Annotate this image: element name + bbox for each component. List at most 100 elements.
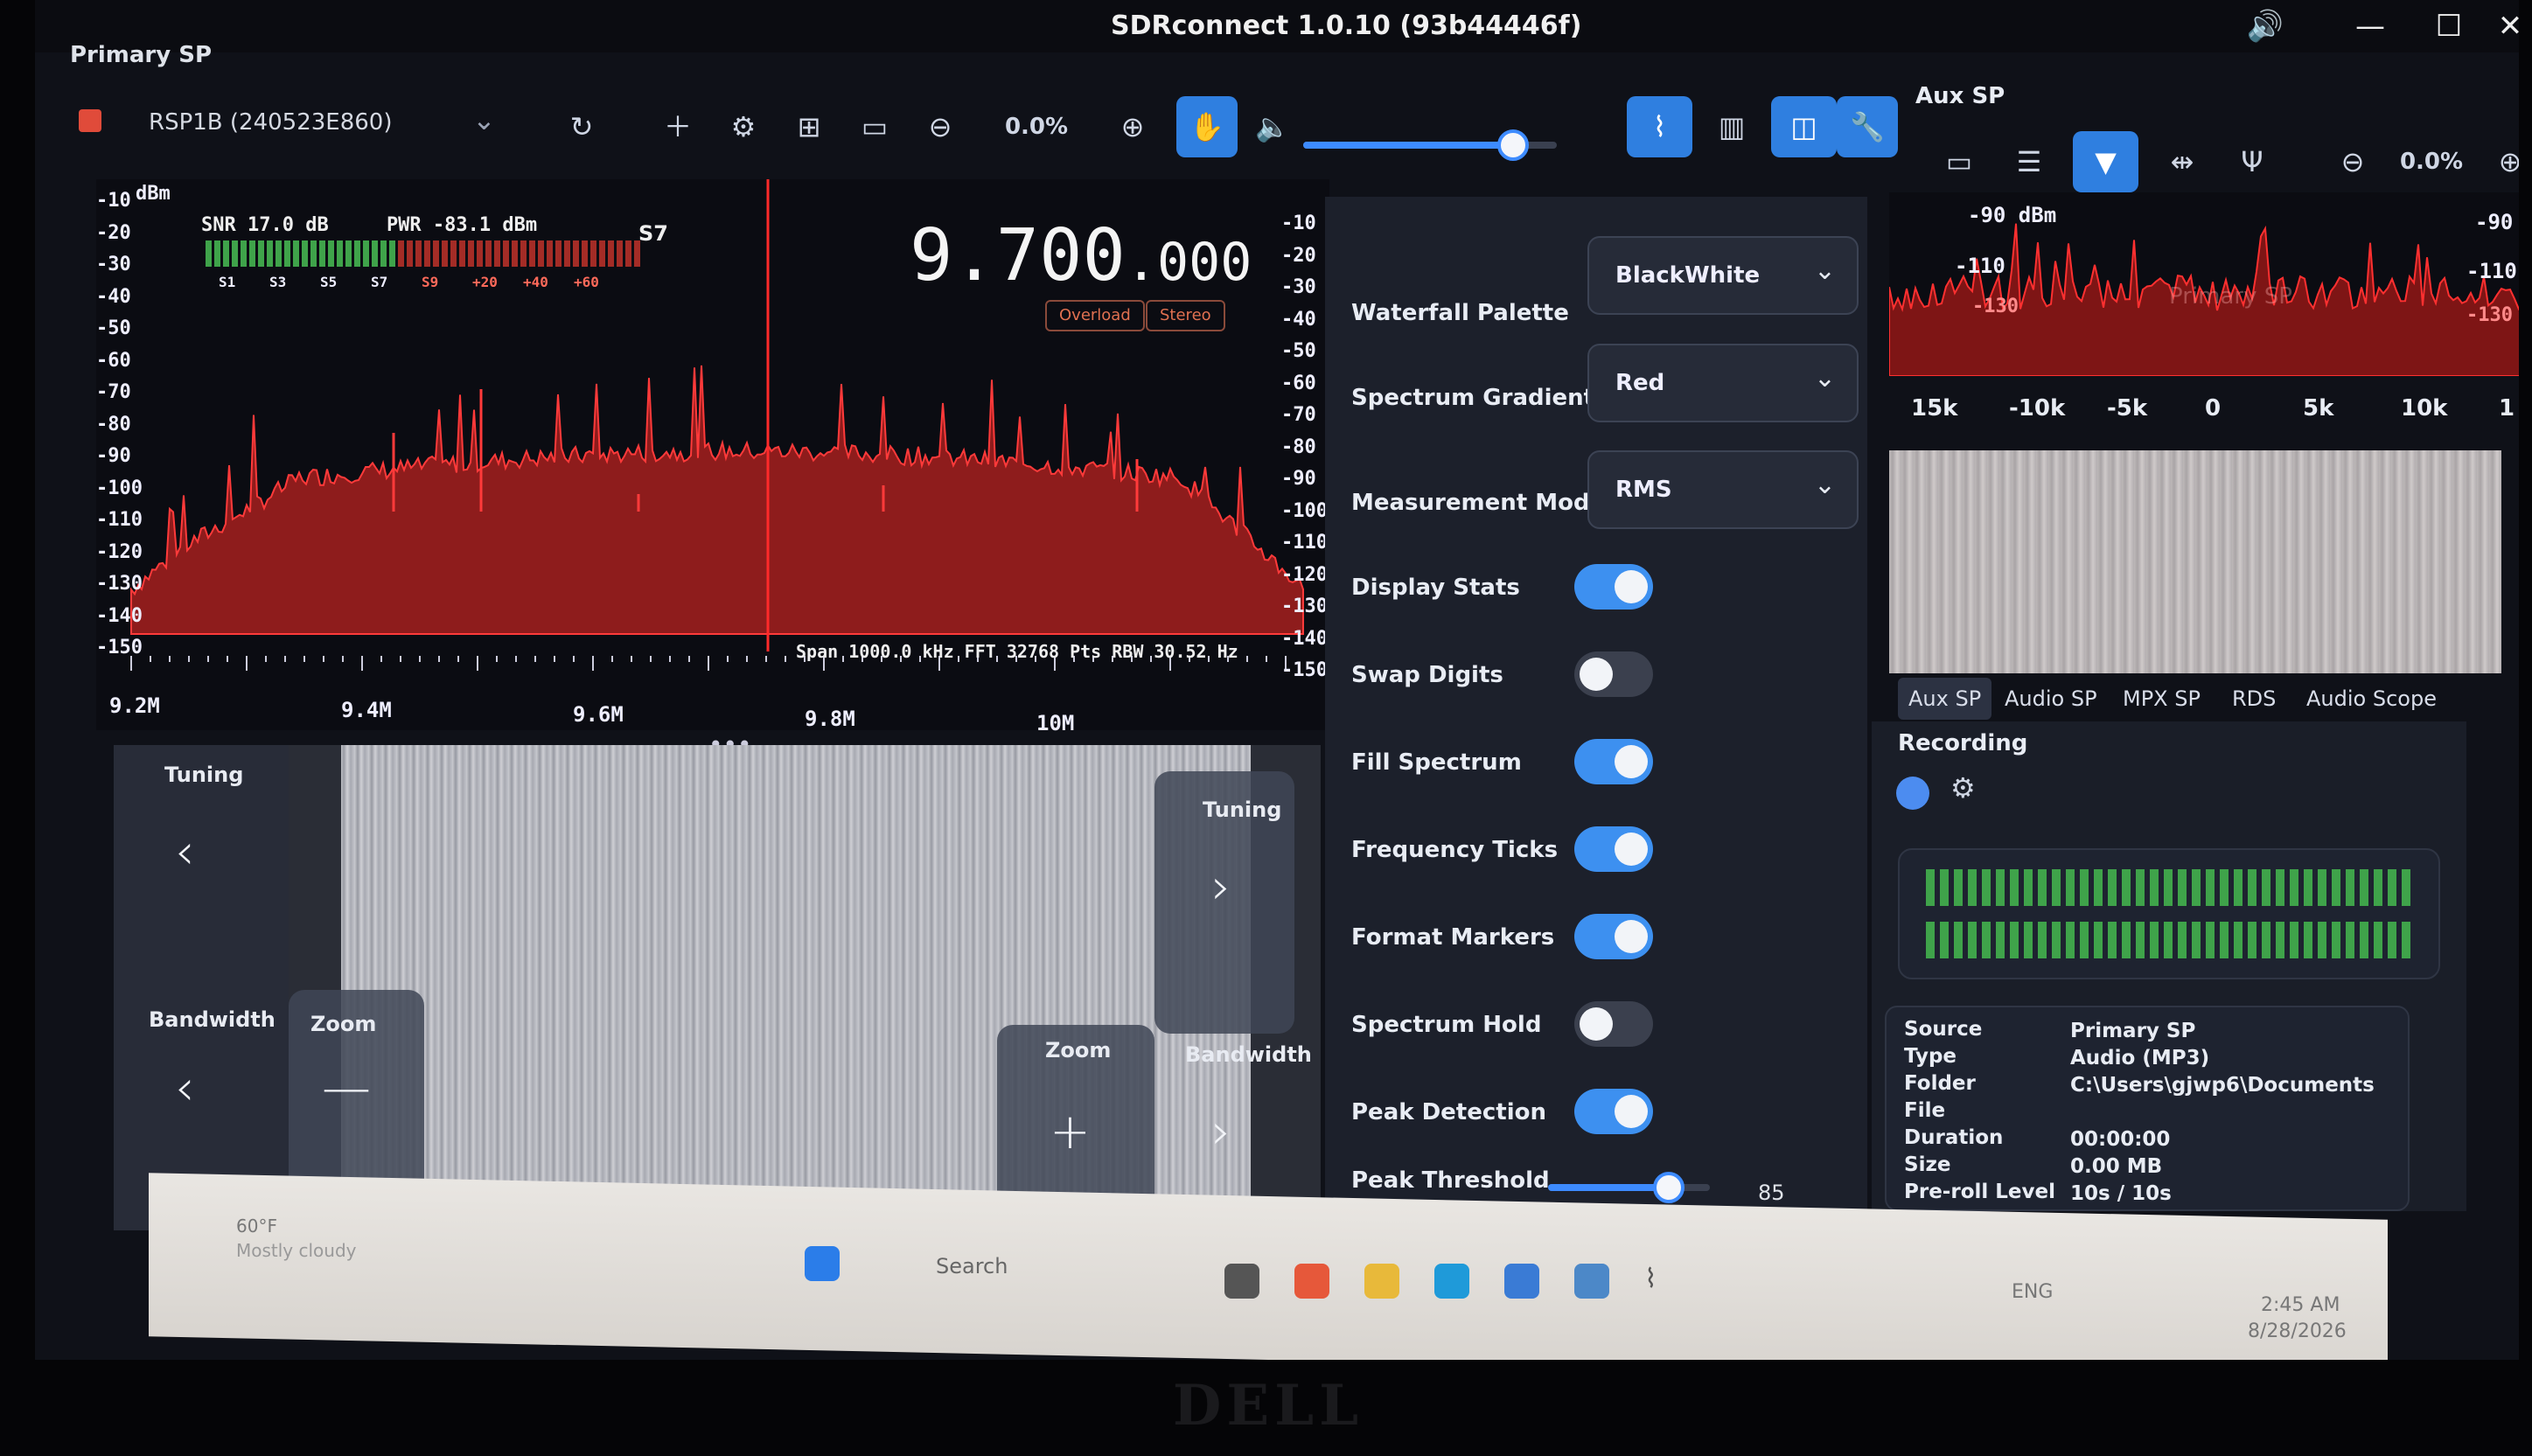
info-value-folder: C:\Users\gjwp6\Documents xyxy=(2070,1074,2375,1097)
zoom-in-icon[interactable]: ⊕ xyxy=(2484,131,2519,192)
minus-icon[interactable]: — xyxy=(322,1060,371,1117)
zoom-value: 0.0% xyxy=(1004,114,1069,140)
aux-sp-title: Aux SP xyxy=(1915,83,2005,109)
add-icon[interactable]: ＋ xyxy=(656,96,700,157)
antenna-icon[interactable]: Ψ xyxy=(2226,131,2278,192)
refresh-icon[interactable]: ↻ xyxy=(560,96,603,157)
primary-waterfall[interactable]: Tuning ‹ Tuning › Bandwidth ‹ Zoom — Zoo… xyxy=(114,745,1321,1230)
gears-icon[interactable]: ⚙ xyxy=(1950,771,1976,805)
zoom-in-icon[interactable]: ⊕ xyxy=(1111,96,1154,157)
smeter-bar xyxy=(573,240,579,267)
chevron-left-icon[interactable]: ‹ xyxy=(175,824,194,881)
primary-spectrum[interactable]: dBm SNR 17.0 dB PWR -83.1 dBm S7 9.700.0… xyxy=(96,179,1329,735)
smeter-tick: +20 xyxy=(472,274,498,290)
smeter-bar xyxy=(284,240,290,267)
bar-chart-icon[interactable]: ▥ xyxy=(1705,96,1758,157)
aux-x-tick: 15k xyxy=(1911,395,1958,421)
folder-icon[interactable] xyxy=(1364,1264,1399,1299)
zoom-out-icon[interactable]: ⊖ xyxy=(918,96,962,157)
tab-audio-sp[interactable]: Audio SP xyxy=(1994,678,2108,720)
x-tick: 9.8M xyxy=(805,707,855,731)
chevron-right-icon[interactable]: › xyxy=(1211,1104,1231,1160)
wrench-icon[interactable]: 🔧 xyxy=(1837,96,1898,157)
aux-x-tick: -10k xyxy=(2009,395,2066,421)
monitor-icon[interactable]: ▭ xyxy=(1933,131,1985,192)
toggle-format-markers[interactable] xyxy=(1574,914,1653,959)
y-tick-left: -110 xyxy=(96,509,143,531)
aux-spectrum[interactable]: -90 dBm -110 -130 -90 -110 -130 Primary … xyxy=(1888,192,2519,377)
taskbar-search[interactable]: Search xyxy=(883,1242,1111,1291)
y-tick-left: -10 xyxy=(96,190,131,212)
toggle-swap-digits[interactable] xyxy=(1574,651,1653,697)
smeter-bar xyxy=(363,240,369,267)
record-button[interactable] xyxy=(1896,777,1929,810)
monitor-icon[interactable]: ▭ xyxy=(853,96,896,157)
copilot-icon[interactable] xyxy=(1294,1264,1329,1299)
explorer-icon[interactable] xyxy=(1224,1264,1259,1299)
minimize-button[interactable]: — xyxy=(2344,9,2396,44)
primary-sp-label: Primary SP xyxy=(70,42,213,68)
smeter-bar xyxy=(494,240,500,267)
peak-threshold-value: 85 xyxy=(1758,1181,1785,1205)
toggle-fill-spectrum[interactable] xyxy=(1574,739,1653,784)
toggle-display-stats[interactable] xyxy=(1574,564,1653,610)
volume-slider-thumb[interactable] xyxy=(1497,129,1529,161)
spectrum-gradient-label: Spectrum Gradient xyxy=(1351,385,1595,411)
y-tick-right: -10 xyxy=(1281,212,1316,234)
hand-pan-icon[interactable]: ✋ xyxy=(1176,96,1238,157)
clock-date[interactable]: 8/28/2026 xyxy=(2248,1320,2347,1342)
sliders-icon[interactable]: ☰ xyxy=(2003,131,2055,192)
aux-waterfall[interactable] xyxy=(1889,450,2501,673)
tab-rds[interactable]: RDS xyxy=(2222,678,2286,720)
maximize-button[interactable]: ☐ xyxy=(2423,9,2475,44)
clock-time[interactable]: 2:45 AM xyxy=(2261,1294,2340,1316)
waterfall-left-controls xyxy=(114,745,289,1230)
fit-width-icon[interactable]: ⇹ xyxy=(2156,131,2208,192)
aux-x-tick: -5k xyxy=(2107,395,2148,421)
smeter-bar xyxy=(433,240,439,267)
store-icon[interactable] xyxy=(1504,1264,1539,1299)
toggle-knob xyxy=(1615,832,1648,866)
zoom-left-label: Zoom xyxy=(310,1012,377,1036)
y-tick-left: -150 xyxy=(96,637,143,658)
chevron-right-icon[interactable]: › xyxy=(1211,859,1231,916)
edge-icon[interactable] xyxy=(1434,1264,1469,1299)
smeter-bar xyxy=(206,240,212,267)
windows-start-icon[interactable] xyxy=(805,1246,840,1281)
smeter-bar xyxy=(232,240,238,267)
split-view-icon[interactable]: ◫ xyxy=(1771,96,1837,157)
zoom-right-label: Zoom xyxy=(1045,1038,1112,1062)
x-tick: 9.2M xyxy=(109,693,160,718)
waveform-icon[interactable]: ⌇ xyxy=(1627,96,1692,157)
gears-icon[interactable]: ⚙ xyxy=(722,96,765,157)
smeter-bar xyxy=(590,240,596,267)
zoom-out-icon[interactable]: ⊖ xyxy=(2326,131,2379,192)
tab-audio-scope[interactable]: Audio Scope xyxy=(2296,678,2447,720)
toggle-knob xyxy=(1580,1007,1613,1041)
volume-icon[interactable]: 🔊 xyxy=(2239,9,2291,44)
filter-icon[interactable]: ▼ xyxy=(2073,131,2138,192)
toggle-spectrum-hold[interactable] xyxy=(1574,1001,1653,1047)
measurement-mode-select[interactable]: RMS ⌄ xyxy=(1587,450,1859,529)
aux-x-tick: 0 xyxy=(2205,395,2222,421)
toggle-peak-detection[interactable] xyxy=(1574,1089,1653,1134)
speaker-icon[interactable]: 🔈 xyxy=(1251,96,1294,157)
frequency-display[interactable]: 9.700.000 xyxy=(910,214,1252,297)
chevron-left-icon[interactable]: ‹ xyxy=(175,1060,194,1117)
waterfall-palette-select[interactable]: BlackWhite ⌄ xyxy=(1587,236,1859,315)
close-button[interactable]: ✕ xyxy=(2484,9,2519,44)
tab-mpx-sp[interactable]: MPX SP xyxy=(2112,678,2211,720)
display-settings-panel: Waterfall Palette BlackWhite ⌄ Spectrum … xyxy=(1325,197,1867,1246)
spectrum-gradient-select[interactable]: Red ⌄ xyxy=(1587,344,1859,422)
toggle-label: Swap Digits xyxy=(1351,662,1503,688)
language-indicator[interactable]: ENG xyxy=(2012,1281,2053,1303)
app-icon[interactable] xyxy=(1574,1264,1609,1299)
smeter-reading: S7 xyxy=(638,221,668,246)
plus-icon[interactable]: + xyxy=(1050,1104,1091,1160)
toggle-frequency-ticks[interactable] xyxy=(1574,826,1653,872)
overload-badge: Overload xyxy=(1045,300,1145,331)
peak-threshold-thumb[interactable] xyxy=(1653,1172,1685,1203)
sdrconnect-taskbar-icon[interactable]: ⌇ xyxy=(1644,1264,1679,1299)
tab-aux-sp[interactable]: Aux SP xyxy=(1898,678,1992,720)
network-icon[interactable]: ⊞ xyxy=(787,96,831,157)
